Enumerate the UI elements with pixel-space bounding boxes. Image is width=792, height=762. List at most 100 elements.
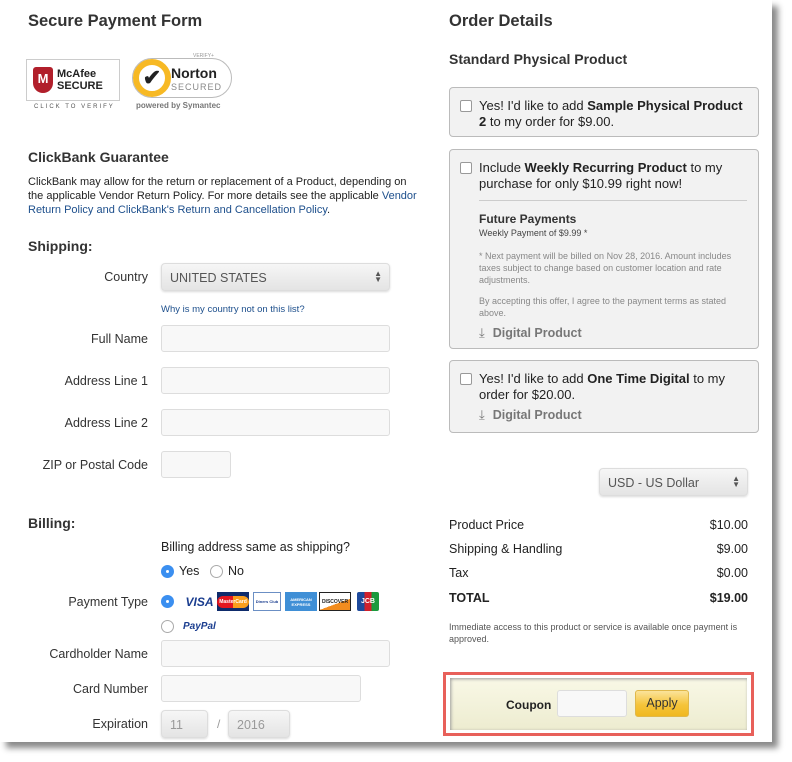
- mastercard-text: MasterCard: [217, 595, 249, 608]
- full-name-label: Full Name: [91, 332, 148, 346]
- payment-type-label: Payment Type: [68, 595, 148, 609]
- mastercard-icon: MasterCard: [217, 592, 249, 611]
- country-value: UNITED STATES: [170, 271, 267, 285]
- offer3-checkbox[interactable]: [460, 373, 472, 385]
- future-payments-title: Future Payments: [479, 212, 577, 226]
- exp-year-value: 2016: [237, 718, 265, 732]
- paypal-icon: PayPal: [183, 621, 216, 632]
- offer2-type-label: Digital Product: [492, 326, 582, 340]
- offer2-pre: Include: [479, 160, 525, 175]
- exp-year-select[interactable]: 2016: [228, 710, 290, 738]
- billing-same-question: Billing address same as shipping?: [161, 540, 350, 554]
- select-arrows-icon: ▲ ▼: [374, 269, 382, 284]
- address2-input[interactable]: [161, 409, 390, 436]
- summary-value: $0.00: [716, 566, 748, 580]
- cardholder-input[interactable]: [161, 640, 390, 667]
- norton-badge[interactable]: ✔ Norton SECURED: [132, 58, 232, 98]
- billing-title: Billing:: [28, 515, 76, 531]
- offer1-post: to my order for $9.00.: [486, 114, 615, 129]
- mcafee-text: McAfee SECURE: [57, 68, 103, 92]
- payment-page: Secure Payment Form M McAfee SECURE CLIC…: [0, 0, 772, 742]
- page-title: Secure Payment Form: [28, 12, 203, 30]
- amex-icon: AMERICAN EXPRESS: [285, 592, 317, 611]
- order-details-title: Order Details: [449, 12, 553, 30]
- cardholder-label: Cardholder Name: [49, 647, 148, 661]
- offer2-checkbox[interactable]: [460, 162, 472, 174]
- summary-shipping: Shipping & Handling $9.00: [449, 542, 748, 556]
- guarantee-text: ClickBank may allow for the return or re…: [28, 175, 418, 217]
- mcafee-sub: CLICK TO VERIFY: [34, 104, 115, 110]
- access-note: Immediate access to this product or serv…: [449, 622, 738, 644]
- summary-value: $10.00: [709, 518, 748, 532]
- summary-label: Shipping & Handling: [449, 542, 563, 556]
- coupon-highlight: Coupon Apply: [443, 672, 754, 736]
- zip-label: ZIP or Postal Code: [42, 458, 148, 472]
- divider: [479, 200, 747, 201]
- download-icon: ⤓: [479, 325, 485, 340]
- address1-input[interactable]: [161, 367, 390, 394]
- norton-powered: powered by Symantec: [136, 101, 221, 110]
- mcafee-shield-icon: M: [33, 67, 53, 93]
- offer1-text: Yes! I'd like to add Sample Physical Pro…: [479, 98, 751, 130]
- offer1-pre: Yes! I'd like to add: [479, 98, 588, 113]
- apply-coupon-button[interactable]: Apply: [635, 690, 689, 717]
- offer2-text: Include Weekly Recurring Product to my p…: [479, 160, 751, 192]
- billing-same-no-radio[interactable]: [210, 565, 223, 578]
- address1-label: Address Line 1: [64, 374, 148, 388]
- offer2-type: ⤓ Digital Product: [479, 325, 582, 341]
- terms-note: By accepting this offer, I agree to the …: [479, 296, 726, 318]
- summary-label: Tax: [449, 566, 469, 580]
- currency-value: USD - US Dollar: [608, 476, 699, 490]
- no-label: No: [228, 564, 244, 578]
- country-label: Country: [104, 270, 148, 284]
- mcafee-badge[interactable]: M McAfee SECURE: [26, 59, 120, 101]
- offer3-product: One Time Digital: [587, 371, 690, 386]
- expiration-label: Expiration: [92, 717, 148, 731]
- billing-same-yes-radio[interactable]: [161, 565, 174, 578]
- offer1-checkbox[interactable]: [460, 100, 472, 112]
- summary-tax: Tax $0.00: [449, 566, 748, 580]
- card-payment-radio[interactable]: [161, 595, 174, 608]
- currency-select[interactable]: USD - US Dollar ▲ ▼: [599, 468, 748, 496]
- diners-club-icon: Diners Club: [253, 592, 281, 611]
- offer3-type: ⤓ Digital Product: [479, 407, 582, 423]
- offer2-product: Weekly Recurring Product: [524, 160, 687, 175]
- future-payments-sub: Weekly Payment of $9.99 *: [479, 228, 588, 238]
- exp-month-select[interactable]: 11: [161, 710, 208, 738]
- summary-value: $19.00: [709, 591, 748, 605]
- coupon-input[interactable]: [557, 690, 627, 717]
- product-name: Standard Physical Product: [449, 51, 628, 67]
- select-arrows-icon: ▲ ▼: [732, 474, 740, 489]
- yes-label: Yes: [179, 564, 200, 578]
- address2-label: Address Line 2: [64, 416, 148, 430]
- summary-label: TOTAL: [449, 591, 490, 605]
- coupon-label: Coupon: [506, 698, 552, 712]
- jcb-icon: JCB: [357, 592, 379, 611]
- card-number-input[interactable]: [161, 675, 361, 702]
- offer3-text: Yes! I'd like to add One Time Digital to…: [479, 371, 751, 403]
- guarantee-title: ClickBank Guarantee: [28, 149, 169, 165]
- offer-one-time-digital: Yes! I'd like to add One Time Digital to…: [449, 360, 759, 433]
- summary-total: TOTAL $19.00: [449, 591, 748, 605]
- country-help-link[interactable]: Why is my country not on this list?: [161, 304, 305, 315]
- offer-sample-physical: Yes! I'd like to add Sample Physical Pro…: [449, 87, 759, 137]
- visa-icon: VISA: [185, 594, 214, 609]
- norton-secured: SECURED: [171, 82, 223, 92]
- norton-text: Norton: [171, 65, 217, 81]
- discover-icon: DISCOVER: [319, 592, 351, 611]
- exp-month-value: 11: [170, 718, 183, 732]
- summary-label: Product Price: [449, 518, 525, 532]
- norton-check-icon: ✔: [133, 59, 171, 97]
- coupon-panel: Coupon Apply: [450, 678, 747, 730]
- summary-product-price: Product Price $10.00: [449, 518, 748, 532]
- offer3-pre: Yes! I'd like to add: [479, 371, 588, 386]
- zip-input[interactable]: [161, 451, 231, 478]
- exp-separator: /: [217, 717, 221, 731]
- card-number-label: Card Number: [72, 682, 148, 696]
- full-name-input[interactable]: [161, 325, 390, 352]
- country-select[interactable]: UNITED STATES ▲ ▼: [161, 263, 390, 291]
- download-icon: ⤓: [479, 407, 485, 422]
- summary-value: $9.00: [716, 542, 748, 556]
- guarantee-body: ClickBank may allow for the return or re…: [28, 176, 407, 202]
- paypal-radio[interactable]: [161, 620, 174, 633]
